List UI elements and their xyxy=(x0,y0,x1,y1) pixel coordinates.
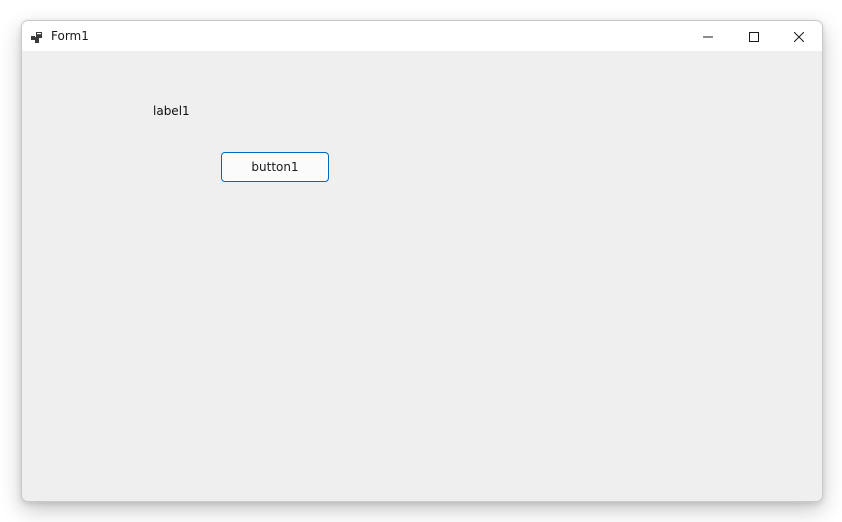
window-title: Form1 xyxy=(51,29,89,43)
form-client-area: label1 button1 xyxy=(22,51,822,501)
label1: label1 xyxy=(153,104,190,118)
maximize-icon xyxy=(749,27,759,46)
form-app-icon[interactable] xyxy=(31,29,43,43)
minimize-icon xyxy=(703,27,713,46)
form1-window: Form1 label1 button1 xyxy=(21,20,823,502)
maximize-button[interactable] xyxy=(731,21,777,51)
minimize-button[interactable] xyxy=(685,21,731,51)
close-button[interactable] xyxy=(776,21,822,51)
title-bar[interactable]: Form1 xyxy=(22,21,822,51)
close-icon xyxy=(793,27,805,46)
button1[interactable]: button1 xyxy=(221,152,329,182)
